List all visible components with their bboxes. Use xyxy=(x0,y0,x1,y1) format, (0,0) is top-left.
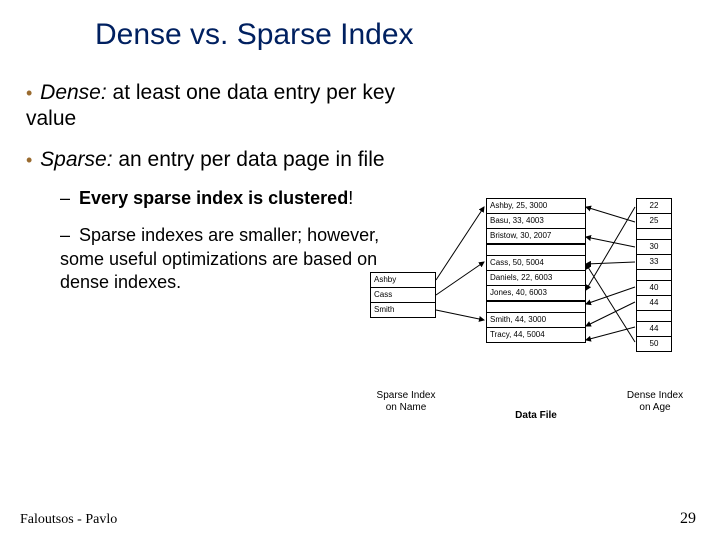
sub-bullet-2: – Sparse indexes are smaller; however, s… xyxy=(60,224,406,294)
data-file-label: Data File xyxy=(496,410,576,422)
sub1-pre: Every sparse index is xyxy=(79,188,268,208)
list-item: 44 xyxy=(637,296,671,311)
slide-title: Dense vs. Sparse Index xyxy=(95,18,414,52)
footer-credit: Faloutsos - Pavlo xyxy=(20,512,117,528)
list-item: Jones, 40, 6003 xyxy=(487,286,585,301)
dense-label: Dense Index on Age xyxy=(620,390,690,414)
sub1-strong: clustered xyxy=(268,188,348,208)
list-item: Bristow, 30, 2007 xyxy=(487,229,585,244)
bullet-list: • Dense: at least one data entry per key… xyxy=(26,80,406,294)
bullet-dense: • Dense: at least one data entry per key… xyxy=(26,80,406,133)
list-item: 50 xyxy=(637,337,671,351)
list-item: Tracy, 44, 5004 xyxy=(487,328,585,342)
list-item: 44 xyxy=(637,322,671,337)
list-item: Ashby xyxy=(371,273,435,288)
bullet-dot-icon: • xyxy=(26,150,32,170)
page-gap xyxy=(487,301,585,313)
dense-term: Dense: xyxy=(40,81,107,104)
page-gap xyxy=(487,244,585,256)
list-item: 33 xyxy=(637,255,671,270)
list-item: Smith, 44, 3000 xyxy=(487,313,585,328)
list-item: Basu, 33, 4003 xyxy=(487,214,585,229)
bullet-dot-icon: • xyxy=(26,83,32,103)
sparse-label: Sparse Index on Name xyxy=(370,390,442,414)
list-item: Cass xyxy=(371,288,435,303)
sparse-text: an entry per data page in file xyxy=(113,148,385,171)
list-item: Cass, 50, 5004 xyxy=(487,256,585,271)
dense-index-box: 22 25 30 33 40 44 44 50 xyxy=(636,198,672,352)
sparse-term: Sparse: xyxy=(40,148,112,171)
list-item: 25 xyxy=(637,214,671,229)
list-item: Daniels, 22, 6003 xyxy=(487,271,585,286)
sub2-text: Sparse indexes are smaller; however, som… xyxy=(60,225,379,292)
list-item: Ashby, 25, 3000 xyxy=(487,199,585,214)
bullet-sparse: • Sparse: an entry per data page in file xyxy=(26,147,406,173)
dash-icon: – xyxy=(60,225,70,245)
page-gap xyxy=(637,270,671,281)
sub-bullet-1: – Every sparse index is clustered! xyxy=(60,187,406,210)
list-item: 40 xyxy=(637,281,671,296)
data-file-box: Ashby, 25, 3000 Basu, 33, 4003 Bristow, … xyxy=(486,198,586,343)
list-item: Smith xyxy=(371,303,435,317)
page-gap xyxy=(637,311,671,322)
list-item: 22 xyxy=(637,199,671,214)
sub1-post: ! xyxy=(348,188,353,208)
list-item: 30 xyxy=(637,240,671,255)
dash-icon: – xyxy=(60,188,70,208)
page-gap xyxy=(637,229,671,240)
sparse-index-box: Ashby Cass Smith xyxy=(370,272,436,318)
page-number: 29 xyxy=(680,510,696,528)
